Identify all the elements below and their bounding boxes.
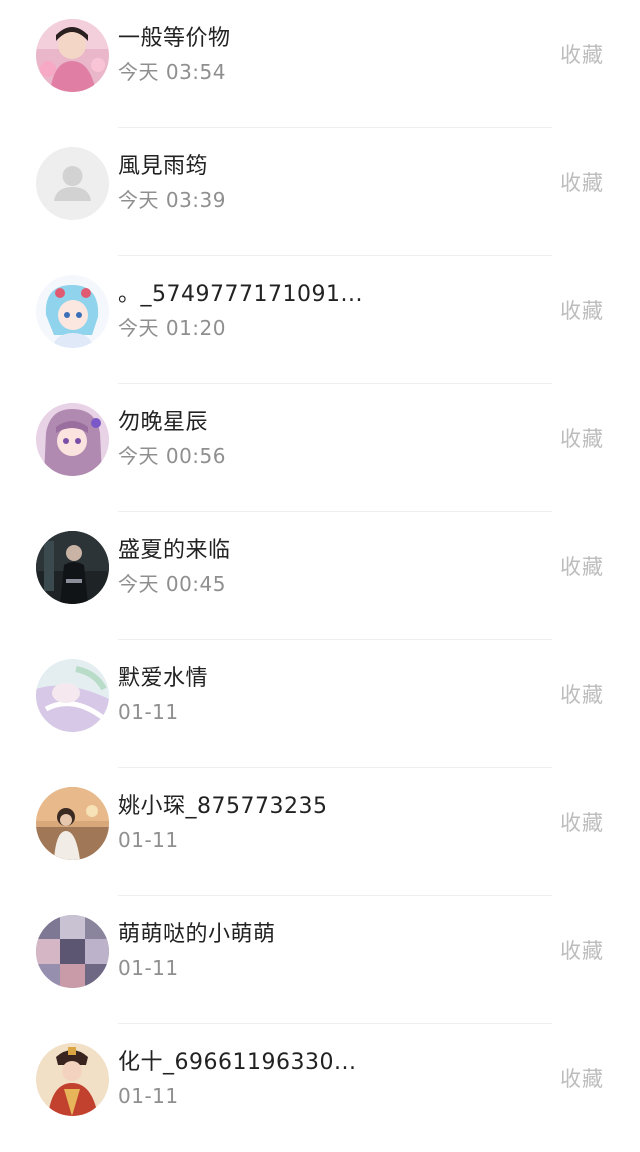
- avatar-pastel-anime-icon[interactable]: [36, 659, 109, 732]
- user-name[interactable]: 姚小琛_875773235: [118, 792, 327, 822]
- favorite-button[interactable]: 收藏: [560, 808, 604, 838]
- timestamp: 01-11: [118, 956, 179, 980]
- list-item[interactable]: 勿晚星辰 今天 00:56 收藏: [0, 384, 640, 512]
- timestamp: 01-11: [118, 700, 179, 724]
- favorite-button[interactable]: 收藏: [560, 40, 604, 70]
- timestamp: 今天 03:39: [118, 188, 226, 212]
- avatar-photo-pink-icon[interactable]: [36, 19, 109, 92]
- favorite-button[interactable]: 收藏: [560, 168, 604, 198]
- list-item[interactable]: 化十_69661196330... 01-11 收藏: [0, 1024, 640, 1152]
- list-item[interactable]: 默爱水情 01-11 收藏: [0, 640, 640, 768]
- timestamp: 01-11: [118, 1084, 179, 1108]
- user-name[interactable]: 萌萌哒的小萌萌: [118, 920, 276, 950]
- favorite-button[interactable]: 收藏: [560, 424, 604, 454]
- list-item[interactable]: 盛夏的来临 今天 00:45 收藏: [0, 512, 640, 640]
- list-item[interactable]: 姚小琛_875773235 01-11 收藏: [0, 768, 640, 896]
- favorite-button[interactable]: 收藏: [560, 552, 604, 582]
- default-user-icon[interactable]: [36, 147, 109, 220]
- user-name[interactable]: 勿晚星辰: [118, 408, 208, 438]
- user-name[interactable]: 。_5749777171091...: [118, 280, 363, 310]
- favorite-button[interactable]: 收藏: [560, 680, 604, 710]
- avatar-anime-purple-icon[interactable]: [36, 403, 109, 476]
- list-item[interactable]: 。_5749777171091... 今天 01:20 收藏: [0, 256, 640, 384]
- avatar-blurred-photo-icon[interactable]: [36, 915, 109, 988]
- timestamp: 今天 01:20: [118, 316, 226, 340]
- list-item[interactable]: 風見雨筠 今天 03:39 收藏: [0, 128, 640, 256]
- list-item[interactable]: 一般等价物 今天 03:54 收藏: [0, 0, 640, 128]
- user-name[interactable]: 化十_69661196330...: [118, 1048, 356, 1078]
- favorite-button[interactable]: 收藏: [560, 936, 604, 966]
- timestamp: 今天 00:45: [118, 572, 226, 596]
- avatar-anime-blue-icon[interactable]: [36, 275, 109, 348]
- favorite-button[interactable]: 收藏: [560, 1064, 604, 1094]
- user-name[interactable]: 盛夏的来临: [118, 536, 231, 566]
- timestamp: 今天 00:56: [118, 444, 226, 468]
- timestamp: 今天 03:54: [118, 60, 226, 84]
- avatar-sunset-photo-icon[interactable]: [36, 787, 109, 860]
- user-name[interactable]: 風見雨筠: [118, 152, 208, 182]
- list-item[interactable]: 萌萌哒的小萌萌 01-11 收藏: [0, 896, 640, 1024]
- user-name[interactable]: 一般等价物: [118, 24, 231, 54]
- timestamp: 01-11: [118, 828, 179, 852]
- avatar-dark-figure-icon[interactable]: [36, 531, 109, 604]
- user-name[interactable]: 默爱水情: [118, 664, 208, 694]
- favorite-button[interactable]: 收藏: [560, 296, 604, 326]
- avatar-costume-photo-icon[interactable]: [36, 1043, 109, 1116]
